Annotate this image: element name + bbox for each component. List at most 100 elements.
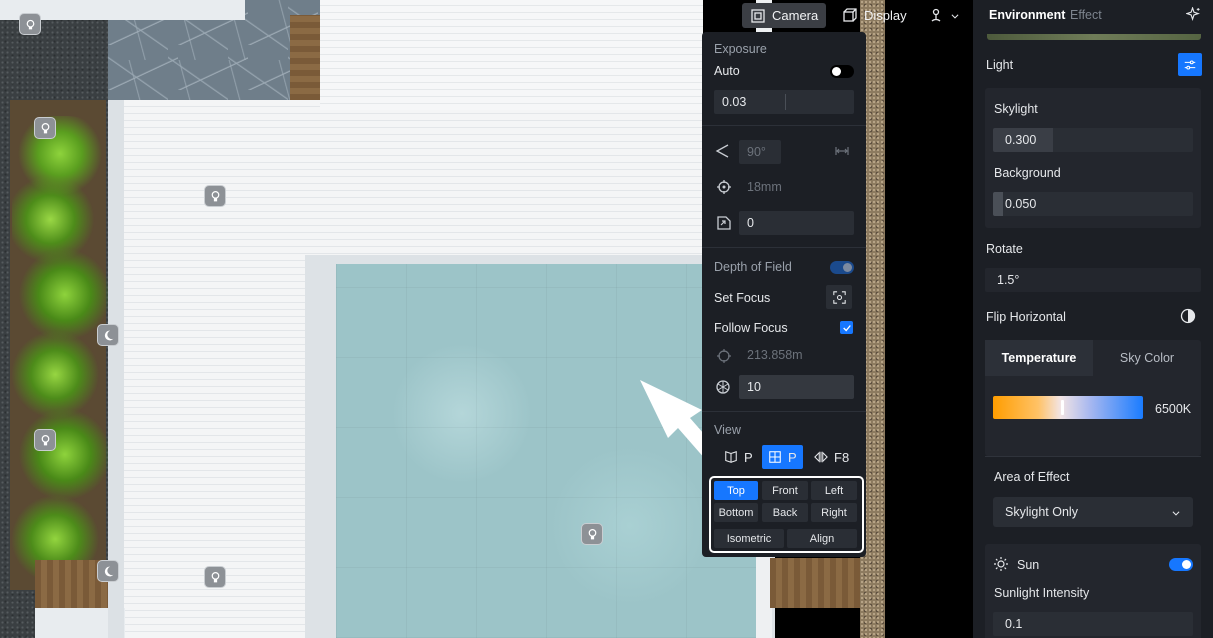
moon-light-marker-icon[interactable]: [97, 324, 119, 346]
area-of-effect-label: Area of Effect: [994, 470, 1070, 484]
fov-value: 90°: [747, 145, 766, 159]
view-isometric-button[interactable]: Isometric: [714, 529, 784, 548]
chevron-down-icon: [1172, 511, 1180, 516]
sunlight-intensity-label: Sunlight Intensity: [994, 586, 1090, 600]
exposure-input[interactable]: 0.03: [714, 90, 854, 114]
light-marker-icon[interactable]: [204, 185, 226, 207]
background-value: 0.050: [1005, 197, 1037, 211]
fisheye-view-button[interactable]: F8: [808, 445, 855, 469]
contrast-toggle-icon[interactable]: [1180, 308, 1196, 324]
focus-target-icon: [832, 290, 846, 304]
light-marker-icon[interactable]: [204, 566, 226, 588]
view-heading: View: [714, 423, 741, 437]
aperture-icon: [716, 380, 730, 394]
background-slider[interactable]: 0.050: [993, 192, 1193, 216]
camera-rotation-input[interactable]: 0: [739, 211, 854, 235]
perspective-view-button[interactable]: P: [718, 445, 759, 469]
display-button-label: Display: [864, 8, 907, 23]
moon-light-marker-icon[interactable]: [97, 560, 119, 582]
sun-toggle[interactable]: [1169, 558, 1193, 571]
focus-distance-icon: [717, 349, 731, 363]
rotate-input[interactable]: 1.5°: [985, 268, 1201, 292]
tab-environment[interactable]: Environment: [989, 8, 1065, 22]
display-cube-icon: [843, 7, 857, 22]
environment-thumbnail[interactable]: [987, 34, 1201, 40]
sliders-icon: [1184, 59, 1196, 70]
view-left-label: Left: [824, 484, 844, 497]
view-front-button[interactable]: Front: [762, 481, 808, 500]
divider: [702, 125, 866, 126]
sunlight-intensity-value: 0.1: [1005, 617, 1023, 631]
camera-rotation-value: 0: [747, 216, 754, 230]
background-label: Background: [994, 166, 1061, 180]
perspective-icon: [725, 451, 737, 463]
view-back-button[interactable]: Back: [762, 503, 808, 522]
viewport-void: [885, 0, 973, 638]
wood-bench-top: [290, 15, 320, 100]
camera-button[interactable]: Camera: [742, 3, 827, 28]
fit-width-icon[interactable]: [834, 143, 850, 159]
light-marker-icon[interactable]: [34, 429, 56, 451]
divider: [702, 411, 866, 412]
tab-effect[interactable]: Effect: [1070, 8, 1102, 22]
fov-angle-icon: [715, 144, 729, 158]
view-bottom-button[interactable]: Bottom: [714, 503, 758, 522]
tab-temperature[interactable]: Temperature: [985, 340, 1093, 376]
plan-view-button[interactable]: P: [762, 445, 803, 469]
sun-icon: [994, 557, 1008, 571]
focal-length-input[interactable]: 18mm: [739, 175, 799, 199]
light-marker-icon[interactable]: [581, 523, 603, 545]
deck-upper: [320, 0, 703, 110]
temperature-value: 6500K: [1155, 402, 1192, 416]
app-root: Camera Display Exposure Auto 0.03 90° 18…: [0, 0, 1213, 638]
fisheye-icon: [814, 451, 828, 463]
focus-distance-input[interactable]: 213.858m: [739, 343, 839, 367]
fov-input[interactable]: 90°: [739, 140, 781, 164]
sunlight-intensity-input[interactable]: 0.1: [993, 612, 1193, 636]
skylight-label: Skylight: [994, 102, 1038, 116]
sidebar-tabs: Environment Effect: [973, 0, 1213, 32]
exposure-slider-mark: [785, 94, 786, 110]
view-back-label: Back: [772, 506, 798, 519]
divider: [985, 456, 1201, 457]
light-settings-button[interactable]: [1178, 53, 1202, 76]
hedge-plants: [12, 116, 108, 586]
checkmark-icon: [842, 324, 851, 331]
light-marker-icon[interactable]: [19, 13, 41, 35]
tab-sky-color[interactable]: Sky Color: [1093, 340, 1201, 376]
auto-exposure-toggle[interactable]: [830, 65, 854, 78]
view-align-button[interactable]: Align: [787, 529, 857, 548]
rotation-frame-icon: [717, 216, 731, 230]
environment-sidebar: Environment Effect Light Skylight 0.300 …: [973, 0, 1213, 638]
temperature-slider[interactable]: [993, 396, 1143, 419]
focal-length-value: 18mm: [747, 180, 782, 194]
display-button[interactable]: Display: [834, 3, 915, 28]
area-of-effect-select[interactable]: Skylight Only: [993, 497, 1193, 527]
depth-of-field-toggle[interactable]: [830, 261, 854, 274]
view-top-button[interactable]: Top: [714, 481, 758, 500]
view-top-label: Top: [727, 484, 745, 497]
view-left-button[interactable]: Left: [811, 481, 857, 500]
aperture-input[interactable]: 10: [739, 375, 854, 399]
set-focus-button[interactable]: [826, 285, 852, 309]
skylight-slider[interactable]: 0.300: [993, 128, 1193, 152]
plan-view-label: P: [788, 449, 797, 465]
focal-target-icon: [717, 180, 731, 194]
aperture-value: 10: [747, 380, 761, 394]
rotate-value: 1.5°: [997, 273, 1020, 287]
view-align-label: Align: [809, 532, 835, 545]
area-of-effect-value: Skylight Only: [1005, 505, 1078, 519]
follow-focus-checkbox[interactable]: [840, 321, 853, 334]
view-right-button[interactable]: Right: [811, 503, 857, 522]
light-heading: Light: [986, 58, 1014, 72]
camera-settings-panel: Exposure Auto 0.03 90° 18mm 0 Depth of F…: [702, 32, 866, 557]
auto-exposure-label: Auto: [714, 64, 740, 78]
grid-plan-icon: [769, 451, 781, 463]
depth-of-field-label: Depth of Field: [714, 260, 792, 274]
temperature-slider-handle[interactable]: [1061, 400, 1064, 415]
sparkle-icon[interactable]: [1186, 7, 1201, 22]
deck-border: [108, 100, 124, 638]
sun-direction-button[interactable]: [920, 3, 968, 28]
sun-direction-icon: [931, 8, 941, 22]
light-marker-icon[interactable]: [34, 117, 56, 139]
